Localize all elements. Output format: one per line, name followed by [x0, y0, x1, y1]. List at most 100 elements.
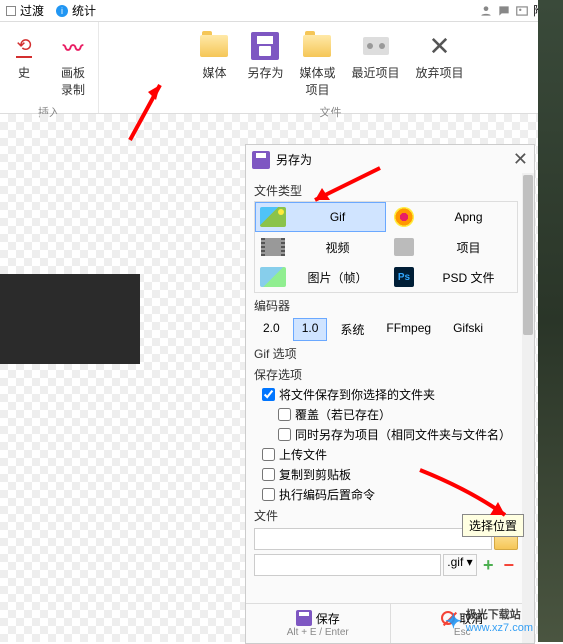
panel-title: 另存为 [276, 151, 312, 168]
type-gif-label: Gif [294, 210, 381, 224]
type-apng[interactable]: Apng [386, 202, 517, 232]
save-options-label: 保存选项 [254, 366, 518, 383]
opt-clipboard[interactable]: 复制到剪贴板 [262, 466, 518, 483]
extension-value: .gif [447, 555, 463, 569]
filename-input[interactable] [254, 554, 441, 576]
save-icon [296, 610, 312, 626]
encoder-ffmpeg[interactable]: FFmpeg [377, 318, 440, 341]
watermark: ✦ 极光下载站 www.xz7.com [445, 609, 533, 634]
save-button[interactable]: 保存 Alt + E / Enter [246, 604, 391, 643]
opt-clipboard-label: 复制到剪贴板 [279, 466, 351, 483]
file-type-label: 文件类型 [254, 182, 518, 199]
checkbox-post-cmd[interactable] [262, 488, 275, 501]
opt-save-folder-label: 将文件保存到你选择的文件夹 [279, 386, 435, 403]
encoder-1-0[interactable]: 1.0 [293, 318, 328, 341]
tape-icon [363, 37, 389, 55]
encoder-row: 2.0 1.0 系统 FFmpeg Gifski [254, 318, 518, 341]
ribbon-group-insert: ⟲ 史 〰 画板 录制 插入 [0, 22, 99, 113]
discard-project-button[interactable]: ✕ 放弃项目 [408, 26, 472, 102]
checkbox-overwrite[interactable] [278, 408, 291, 421]
encoder-label: 编码器 [254, 297, 518, 314]
saveas-label: 另存为 [247, 64, 283, 81]
type-image-label: 图片（帧） [294, 269, 381, 286]
filename-row: .gif ▾ + − [254, 554, 518, 576]
top-tab-bar: 过渡 i 统计 附加 [0, 0, 563, 22]
frame-preview[interactable] [0, 274, 140, 364]
ribbon-group-file: 媒体 另存为 媒体或 项目 最近项目 ✕ 放弃项目 文件 [99, 22, 563, 113]
encoder-gifski[interactable]: Gifski [444, 318, 492, 341]
opt-upload-label: 上传文件 [279, 446, 327, 463]
opt-overwrite[interactable]: 覆盖（若已存在） [278, 406, 518, 423]
opt-upload[interactable]: 上传文件 [262, 446, 518, 463]
tooltip-choose-location: 选择位置 [462, 514, 524, 537]
media-label: 媒体 [202, 64, 226, 81]
checkbox-clipboard[interactable] [262, 468, 275, 481]
info-icon: i [56, 5, 68, 17]
checkbox-upload[interactable] [262, 448, 275, 461]
close-button[interactable]: ✕ [513, 149, 528, 170]
ribbon-toolbar: ⟲ 史 〰 画板 录制 插入 媒体 另存为 媒体或 项目 [0, 22, 563, 114]
gif-options-label[interactable]: Gif 选项 [254, 345, 518, 362]
user-icon[interactable] [479, 4, 493, 18]
mediaproj-label-1: 媒体或 [299, 64, 335, 81]
add-button[interactable]: + [479, 555, 498, 576]
save-button-hint: Alt + E / Enter [287, 627, 349, 638]
transition-icon [6, 6, 16, 16]
type-video-label: 视频 [294, 239, 381, 256]
save-icon [252, 151, 270, 169]
folder-icon [303, 35, 331, 57]
save-as-button[interactable]: 另存为 [239, 26, 291, 102]
folder-path-input[interactable] [254, 528, 492, 550]
canvas-label-2: 录制 [61, 81, 85, 98]
type-psd-label: PSD 文件 [425, 269, 512, 286]
save-button-label: 保存 [316, 610, 340, 627]
image-frame-icon [260, 267, 286, 287]
tab-transition[interactable]: 过渡 [20, 2, 44, 19]
recent-projects-button[interactable]: 最近项目 [344, 26, 408, 102]
background-image-strip [538, 0, 563, 642]
folder-icon [200, 35, 228, 57]
media-or-project-button[interactable]: 媒体或 项目 [291, 26, 343, 102]
encoder-2-0[interactable]: 2.0 [254, 318, 289, 341]
watermark-logo: ✦ [445, 609, 462, 634]
extension-select[interactable]: .gif ▾ [443, 554, 477, 576]
encoder-system[interactable]: 系统 [331, 318, 373, 341]
type-project-label: 项目 [425, 239, 512, 256]
type-video[interactable]: 视频 [255, 232, 386, 262]
type-psd[interactable]: Ps PSD 文件 [386, 262, 517, 292]
opt-overwrite-label: 覆盖（若已存在） [295, 406, 391, 423]
media-button[interactable]: 媒体 [189, 26, 239, 102]
gif-icon [260, 207, 286, 227]
opt-save-project[interactable]: 同时另存为项目（相同文件夹与文件名） [278, 426, 518, 443]
file-type-grid: Gif Apng 视频 项目 图片（帧） Ps PSD 文件 [254, 201, 518, 293]
panel-body: 文件类型 Gif Apng 视频 项目 图片（帧） [246, 174, 534, 603]
watermark-name: 极光下载站 [466, 609, 533, 621]
psd-icon: Ps [394, 267, 414, 287]
panel-header: 另存为 ✕ [246, 145, 534, 174]
canvas-label-1: 画板 [61, 64, 85, 81]
image-icon[interactable] [515, 4, 529, 18]
checkbox-save-project[interactable] [278, 428, 291, 441]
type-image[interactable]: 图片（帧） [255, 262, 386, 292]
discard-label: 放弃项目 [416, 64, 464, 81]
project-icon [394, 238, 414, 256]
opt-post-cmd[interactable]: 执行编码后置命令 [262, 486, 518, 503]
opt-post-cmd-label: 执行编码后置命令 [279, 486, 375, 503]
opt-save-to-folder[interactable]: 将文件保存到你选择的文件夹 [262, 386, 518, 403]
save-icon [251, 32, 279, 60]
x-icon: ✕ [429, 31, 451, 62]
chat-icon[interactable] [497, 4, 511, 18]
history-button[interactable]: ⟲ 史 [0, 26, 48, 102]
wave-icon: 〰 [63, 32, 83, 61]
mediaproj-label-2: 项目 [305, 81, 329, 98]
canvas-record-button[interactable]: 〰 画板 录制 [48, 26, 98, 102]
video-icon [261, 238, 285, 256]
save-as-panel: 另存为 ✕ 文件类型 Gif Apng 视频 项目 [245, 144, 535, 644]
watermark-url: www.xz7.com [466, 622, 533, 634]
tab-stats[interactable]: 统计 [72, 2, 96, 19]
history-label: 史 [18, 64, 30, 81]
checkbox-save-folder[interactable] [262, 388, 275, 401]
remove-button[interactable]: − [499, 555, 518, 576]
type-gif[interactable]: Gif [255, 202, 386, 232]
type-project[interactable]: 项目 [386, 232, 517, 262]
